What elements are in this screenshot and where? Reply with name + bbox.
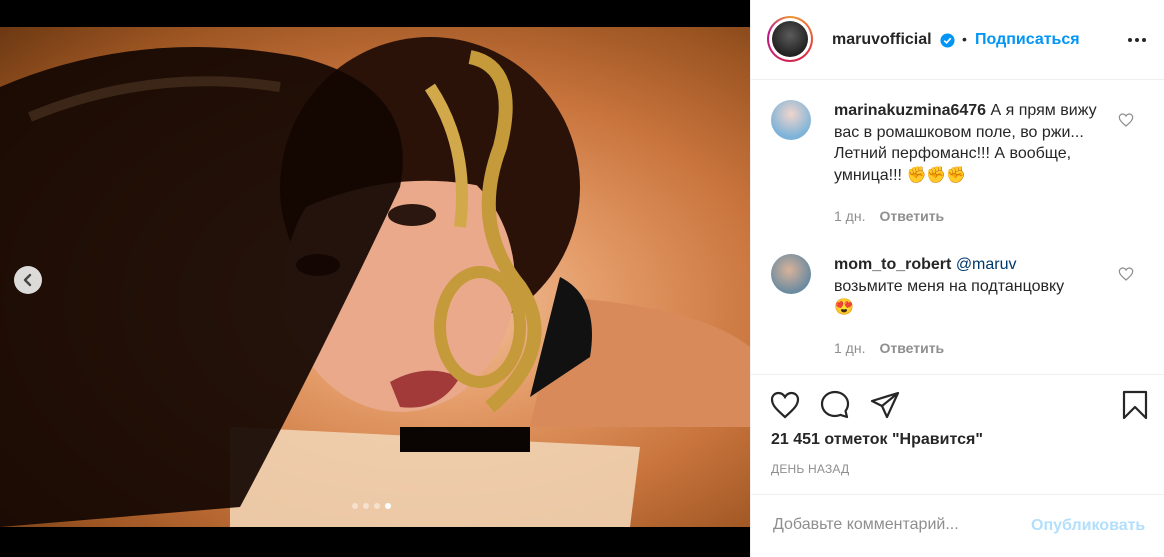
- comment-mention[interactable]: @maruv: [956, 256, 1017, 273]
- author-username[interactable]: maruvofficial: [832, 31, 932, 49]
- separator-dot: •: [962, 31, 967, 47]
- carousel-dot: [352, 503, 358, 509]
- more-horizontal-icon[interactable]: [1127, 32, 1147, 48]
- post-time-ago[interactable]: ДЕНЬ НАЗАД: [771, 462, 849, 476]
- post-media-pane: [0, 0, 750, 557]
- comment-bubble-icon[interactable]: [819, 389, 851, 421]
- comment-meta: 1 дн. Ответить: [834, 208, 944, 224]
- post-header: maruvofficial • Подписаться: [751, 0, 1164, 80]
- carousel-dots: [352, 503, 391, 509]
- comment-text: marinakuzmina6476 А я прям вижу вас в ро…: [834, 100, 1114, 186]
- comment-username[interactable]: mom_to_robert: [834, 256, 951, 273]
- reply-button[interactable]: Ответить: [879, 208, 944, 224]
- heart-icon[interactable]: [769, 389, 801, 421]
- follow-button[interactable]: Подписаться: [975, 31, 1080, 49]
- comment-like-heart-icon[interactable]: [1118, 266, 1134, 282]
- carousel-dot: [385, 503, 391, 509]
- comment-username[interactable]: marinakuzmina6476: [834, 102, 986, 119]
- carousel-dot: [374, 503, 380, 509]
- comment-emoji: 😍: [834, 299, 854, 316]
- add-comment-bar: Опубликовать: [751, 494, 1164, 557]
- commenter-avatar[interactable]: [771, 100, 811, 140]
- post-photo[interactable]: [0, 27, 750, 527]
- verified-badge-icon: [940, 33, 955, 48]
- reply-button[interactable]: Ответить: [879, 340, 944, 356]
- comment-content: возьмите меня на подтанцовку: [834, 277, 1065, 295]
- comment-time: 1 дн.: [834, 340, 866, 356]
- comment-emoji: ✊✊✊: [906, 166, 967, 184]
- carousel-prev-button[interactable]: [14, 266, 42, 294]
- comment-time: 1 дн.: [834, 208, 866, 224]
- comment-text: mom_to_robert @maruv возьмите меня на по…: [834, 254, 1114, 319]
- comment-input[interactable]: [771, 515, 1005, 535]
- publish-button[interactable]: Опубликовать: [1031, 517, 1145, 535]
- photo-illustration: [0, 37, 750, 527]
- post-side-panel: maruvofficial • Подписаться marinakuzmin…: [750, 0, 1164, 557]
- post-actions: 21 451 отметок "Нравится" ДЕНЬ НАЗАД: [751, 374, 1164, 495]
- likes-count[interactable]: 21 451 отметок "Нравится": [771, 431, 983, 449]
- chevron-left-icon: [23, 273, 32, 287]
- comment-meta: 1 дн. Ответить: [834, 340, 944, 356]
- commenter-avatar[interactable]: [771, 254, 811, 294]
- author-avatar[interactable]: [767, 16, 813, 62]
- carousel-dot: [363, 503, 369, 509]
- bookmark-icon[interactable]: [1119, 389, 1151, 421]
- comment-like-heart-icon[interactable]: [1118, 112, 1134, 128]
- comments-list: marinakuzmina6476 А я прям вижу вас в ро…: [751, 80, 1164, 374]
- send-icon[interactable]: [869, 389, 901, 421]
